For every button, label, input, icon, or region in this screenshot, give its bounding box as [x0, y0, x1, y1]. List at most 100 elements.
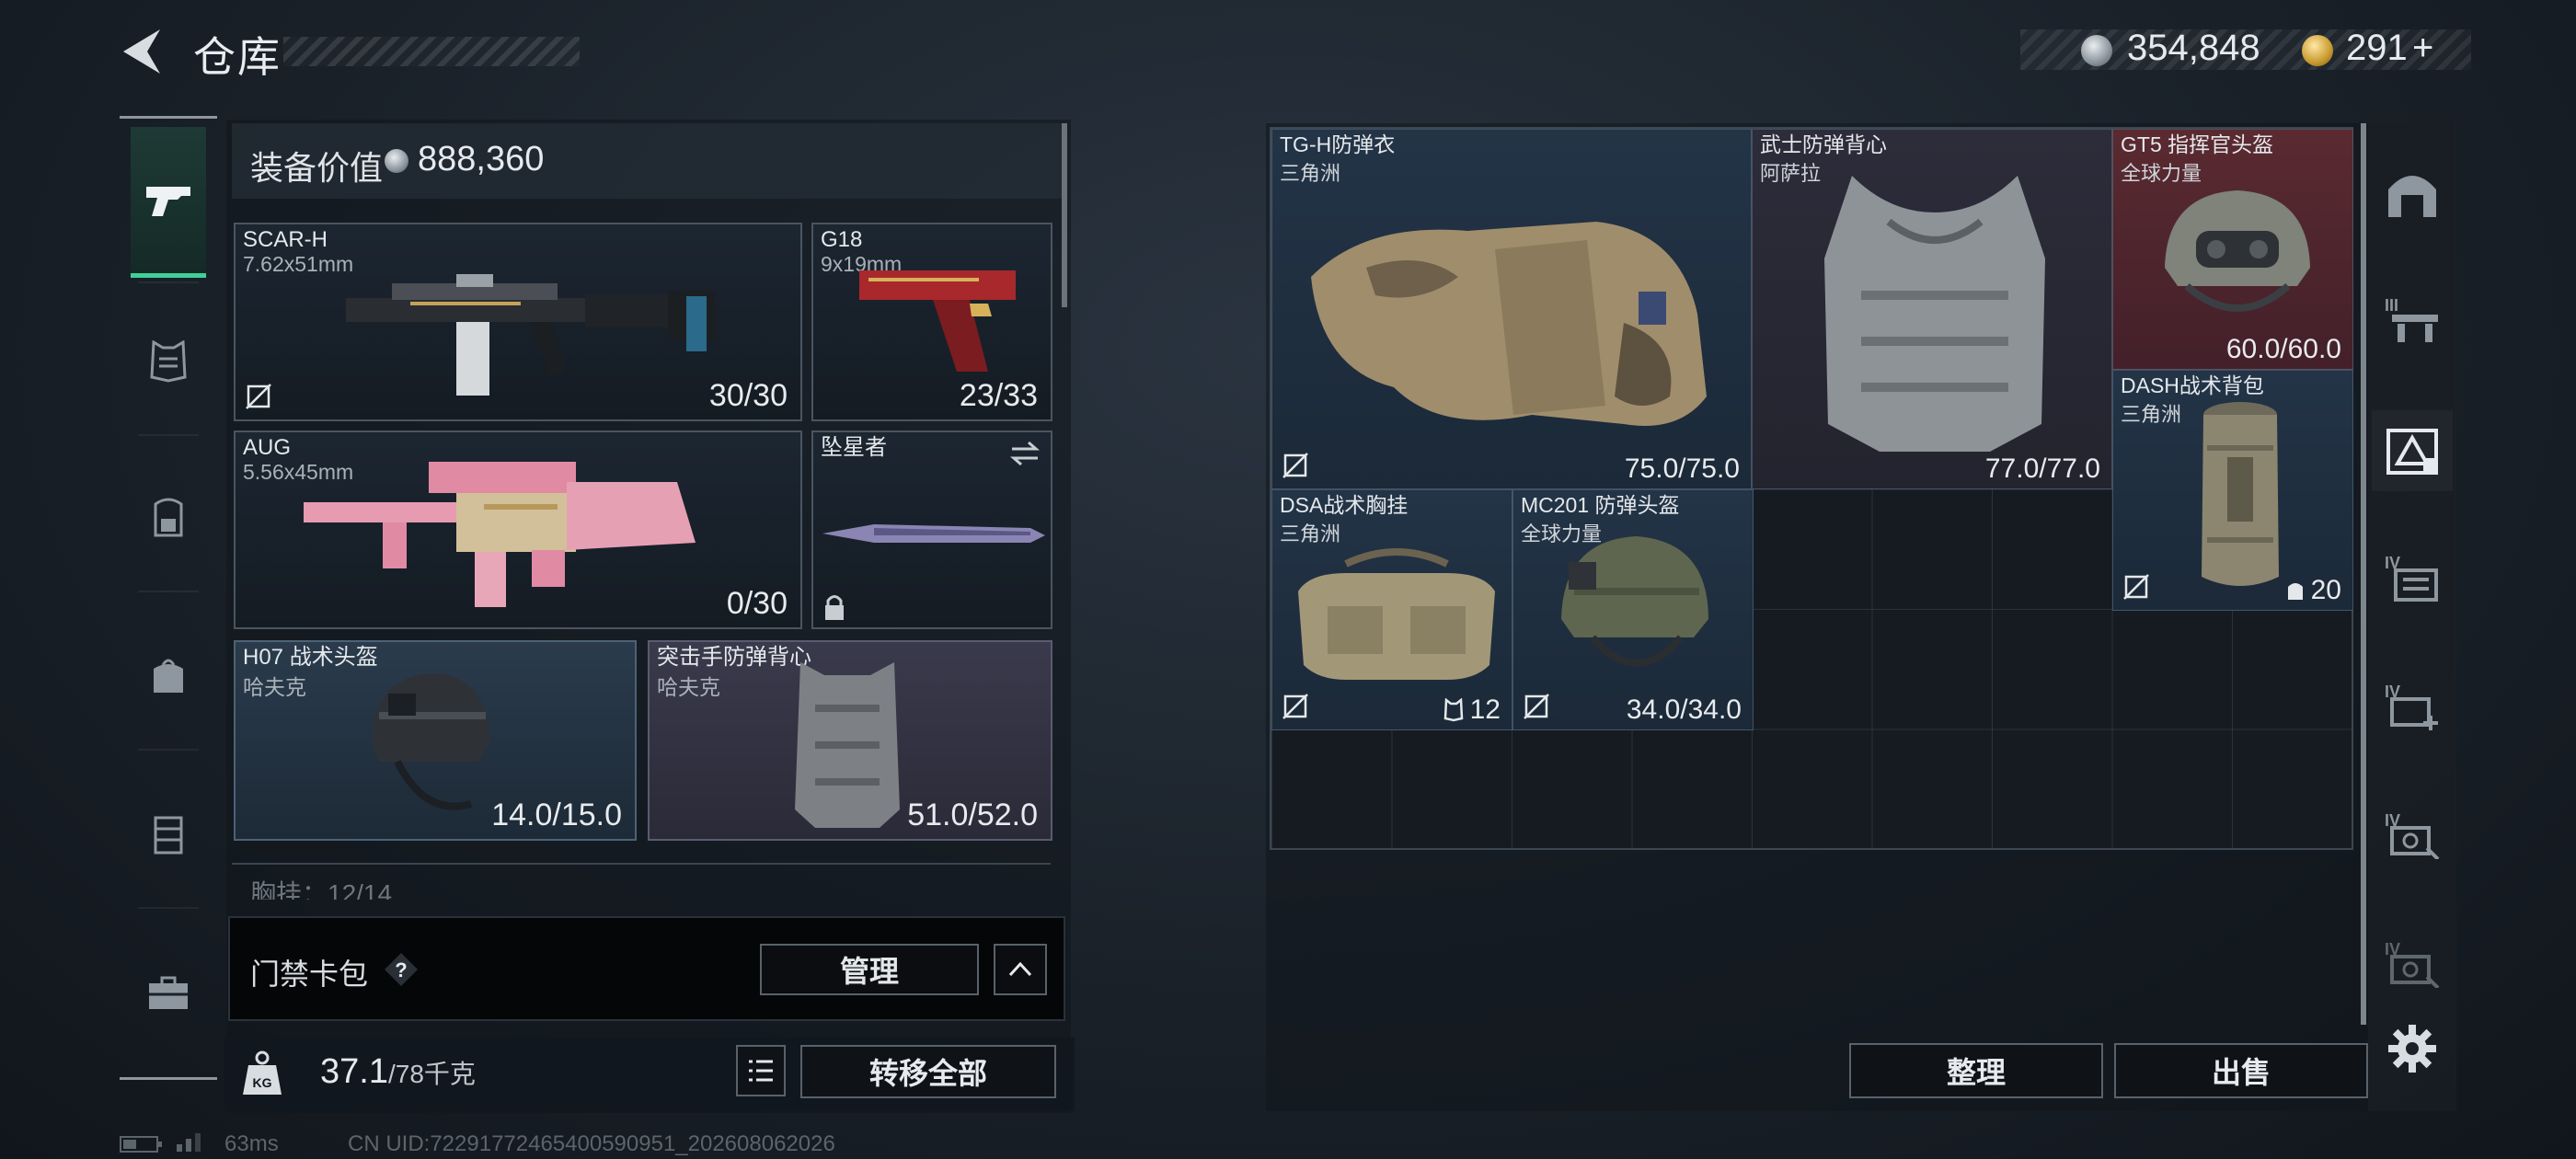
- stash-item[interactable]: DSA战术胸挂 三角洲 12: [1271, 489, 1512, 730]
- ammo-count: 0/30: [726, 586, 788, 621]
- sell-button[interactable]: 出售: [2114, 1043, 2368, 1098]
- armor-durability: 51.0/52.0: [907, 798, 1038, 832]
- pistol-icon: [146, 187, 190, 216]
- commander-helmet-icon: [2165, 190, 2310, 312]
- nav-case-tab[interactable]: [129, 953, 208, 1032]
- item-name: GT5 指挥官头盔: [2121, 132, 2274, 156]
- helmet-faction: 哈夫克: [243, 675, 306, 699]
- item-capacity: 12: [1443, 694, 1501, 726]
- loadout-value-label: 装备价值: [250, 149, 384, 187]
- stash-tab-iv-ammo[interactable]: IV: [2377, 798, 2447, 868]
- stash-scrollbar[interactable]: [2361, 123, 2366, 1025]
- item-durability: 75.0/75.0: [1624, 453, 1740, 484]
- knife-icon: [822, 524, 1045, 543]
- helmet-slot[interactable]: H07 战术头盔 哈夫克 14.0/15.0: [234, 640, 637, 841]
- IV-ammo-icon: IV: [2385, 811, 2440, 859]
- tactical-helmet-icon: [372, 673, 489, 810]
- stash-tab-iii-case[interactable]: [2377, 416, 2447, 486]
- item-faction: 三角洲: [1280, 522, 1341, 545]
- nav-pistol-tab[interactable]: [129, 162, 208, 241]
- uninsured-icon: [2123, 574, 2149, 600]
- help-icon: ?: [385, 953, 418, 986]
- item-capacity-value: 20: [2310, 575, 2341, 605]
- carry-weight: 37.1/78千克: [320, 1052, 476, 1092]
- helmet-name: H07 战术头盔: [243, 645, 378, 670]
- nav-divider: [138, 591, 199, 592]
- weight-kg-icon: KG: [243, 1050, 282, 1095]
- stash-tab-iv-storage[interactable]: IV: [2377, 541, 2447, 611]
- case-icon: [149, 976, 188, 1009]
- aug-rifle-icon: [304, 462, 696, 607]
- ammo-count: 30/30: [708, 378, 788, 413]
- uninsured-icon: [246, 384, 271, 409]
- stash-tab-iv-safe[interactable]: IV: [2377, 927, 2447, 997]
- stash-tab-main[interactable]: [2377, 158, 2447, 228]
- IV-medical-icon: IV: [2385, 683, 2438, 730]
- item-name: DSA战术胸挂: [1280, 493, 1409, 517]
- buy-currency-button[interactable]: +: [2412, 28, 2433, 69]
- signal-icon: [177, 1133, 201, 1152]
- rig-capacity-icon: [1443, 698, 1463, 722]
- stash-tab-iv-medical[interactable]: IV: [2377, 670, 2447, 740]
- armor-faction: 哈夫克: [657, 675, 720, 699]
- uninsured-icon: [1282, 453, 1308, 478]
- carry-weight-current: 37.1: [320, 1052, 388, 1091]
- tactical-vest-icon: [1824, 176, 2045, 452]
- transfer-all-button[interactable]: 转移全部: [800, 1045, 1056, 1098]
- item-name: TG-H防弹衣: [1280, 132, 1396, 156]
- nav-backpack-tab[interactable]: [129, 478, 208, 557]
- g18-pistol-icon: [859, 270, 1016, 372]
- melee-slot[interactable]: 坠星者: [811, 430, 1052, 629]
- sort-button[interactable]: 整理: [1849, 1043, 2103, 1098]
- body-armor-slot[interactable]: 突击手防弹背心 哈夫克 51.0/52.0: [648, 640, 1052, 841]
- chest-rig-slot-partial[interactable]: 胸挂：12/14: [232, 863, 1051, 900]
- loadout-scrollbar[interactable]: [1062, 123, 1067, 307]
- page-title: 仓库: [193, 33, 282, 81]
- settings-button[interactable]: [2385, 1021, 2440, 1076]
- stash-item[interactable]: DASH战术背包 三角洲 20: [2112, 370, 2353, 611]
- scar-h-rifle-icon: [346, 274, 716, 396]
- gold-coin-icon: [2302, 35, 2333, 66]
- ping-text: 63ms: [224, 1131, 279, 1156]
- lock-icon: [825, 595, 844, 620]
- chest-rig-label: 胸挂：12/14: [250, 879, 393, 900]
- nav-rig-tab[interactable]: [129, 795, 208, 874]
- stash-tab-iii-shelf[interactable]: III: [2377, 283, 2447, 353]
- chest-rig-bag-icon: [1298, 548, 1495, 680]
- duffel-backpack-icon: [2202, 402, 2279, 586]
- chevron-up-icon: [1008, 961, 1032, 977]
- IV-safe-icon: IV: [2385, 940, 2440, 988]
- nav-divider: [138, 434, 199, 436]
- svg-text:?: ?: [395, 958, 407, 981]
- nav-divider: [138, 749, 199, 751]
- silver-coin-icon: [385, 149, 408, 173]
- III-shelf-icon: III: [2385, 296, 2438, 342]
- settings-gear-icon: [2388, 1025, 2436, 1073]
- stash-item[interactable]: 武士防弹背心 阿萨拉 77.0/77.0: [1752, 129, 2112, 489]
- battery-icon: [120, 1136, 162, 1153]
- stash-item[interactable]: TG-H防弹衣 三角洲 75.0/75.0: [1271, 129, 1752, 489]
- collapse-button[interactable]: [994, 944, 1047, 995]
- primary-weapon-slot[interactable]: SCAR-H 7.62x51mm 30/30: [234, 223, 802, 421]
- stash-icon: [2388, 176, 2436, 217]
- secondary-weapon-slot[interactable]: AUG 5.56x45mm 0/30: [234, 430, 802, 629]
- help-button[interactable]: ?: [383, 951, 420, 988]
- list-view-button[interactable]: [736, 1045, 786, 1096]
- item-name: 武士防弹背心: [1760, 132, 1887, 156]
- nav-armor-tab[interactable]: [129, 322, 208, 401]
- title-decoration: [283, 37, 580, 66]
- item-capacity-value: 12: [1469, 694, 1501, 725]
- nav-bag-tab[interactable]: [129, 637, 208, 716]
- back-arrow-icon[interactable]: [120, 28, 166, 75]
- stash-item[interactable]: MC201 防弹头盔 全球力量 34.0/34.0: [1512, 489, 1754, 730]
- stash-item[interactable]: GT5 指挥官头盔 全球力量 60.0/60.0: [2112, 129, 2353, 370]
- vest-icon: [795, 662, 900, 828]
- nav-divider: [138, 281, 199, 283]
- item-durability: 60.0/60.0: [2225, 334, 2341, 364]
- item-durability: 77.0/77.0: [1984, 453, 2100, 484]
- item-durability: 34.0/34.0: [1626, 694, 1742, 725]
- manage-keycard-button[interactable]: 管理: [760, 944, 979, 995]
- swap-icon[interactable]: [1008, 440, 1041, 467]
- armor-icon: [150, 340, 187, 383]
- sidearm-slot[interactable]: G18 9x19mm 23/33: [811, 223, 1052, 421]
